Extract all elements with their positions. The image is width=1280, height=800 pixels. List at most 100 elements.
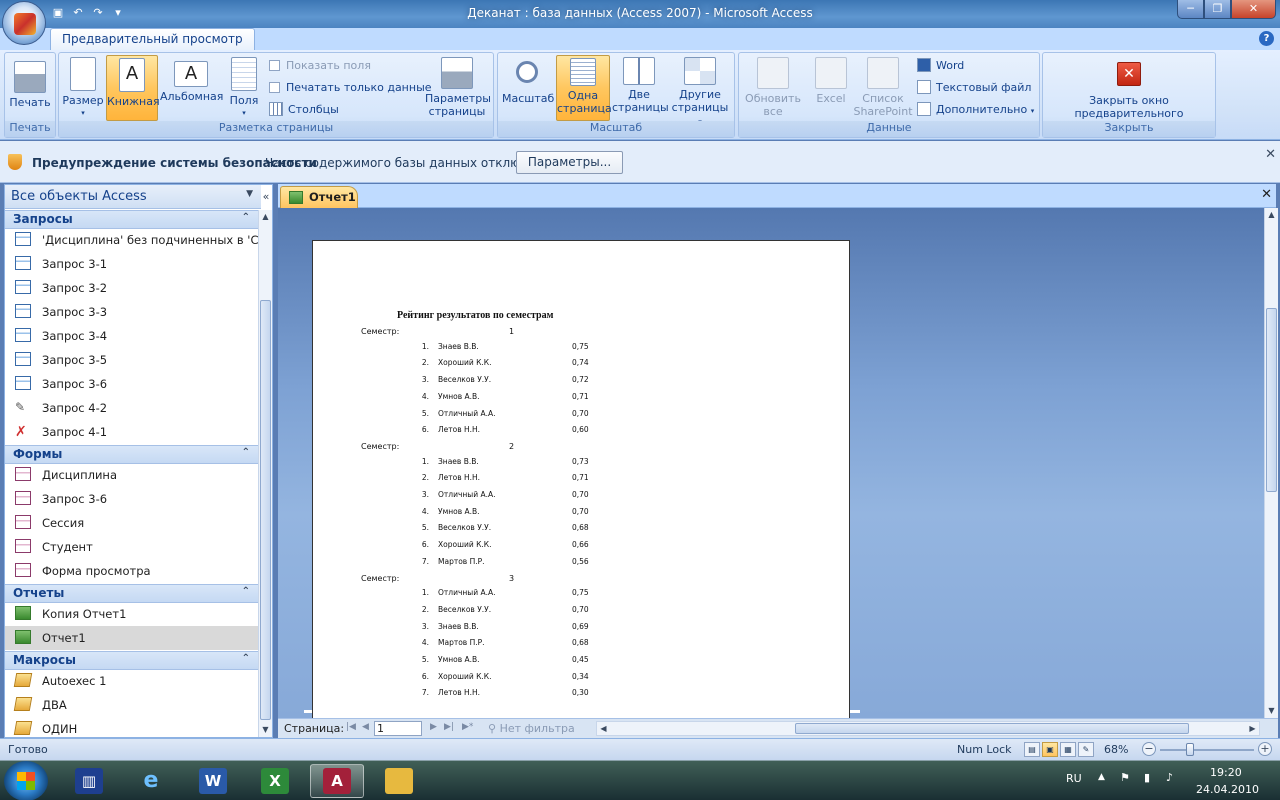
collapse-nav-icon[interactable]: « xyxy=(260,185,272,209)
close-window-button[interactable]: ✕ xyxy=(1231,0,1276,19)
page-setup-button[interactable]: Параметры страницы xyxy=(425,55,491,121)
nav-item-report[interactable]: Копия Отчет1 xyxy=(5,602,258,626)
columns-button[interactable]: Столбцы xyxy=(269,101,339,119)
nav-item-query[interactable]: Запрос 3-6 xyxy=(5,372,258,396)
network-icon[interactable]: ▮ xyxy=(1144,771,1150,784)
report-page[interactable]: Рейтинг результатов по семестрам Семестр… xyxy=(312,240,850,718)
nav-item-form[interactable]: Форма просмотра xyxy=(5,559,258,583)
scroll-thumb[interactable] xyxy=(260,300,271,720)
margins-button[interactable]: Поля ▾ xyxy=(224,55,264,121)
clock-time[interactable]: 19:20 xyxy=(1210,766,1242,779)
preview-vertical-scrollbar[interactable]: ▲ ▼ xyxy=(1264,208,1278,718)
scroll-down-icon[interactable]: ▼ xyxy=(1265,704,1278,718)
zoom-out-icon[interactable]: − xyxy=(1142,742,1156,756)
scroll-thumb[interactable] xyxy=(795,723,1189,734)
text-file-export-button[interactable]: Текстовый файл xyxy=(917,79,1031,97)
action-center-icon[interactable]: ⚑ xyxy=(1120,771,1130,784)
nav-pane-header[interactable]: Все объекты Access ▼ xyxy=(5,185,261,209)
minimize-button[interactable]: ─ xyxy=(1177,0,1204,19)
tab-print-preview[interactable]: Предварительный просмотр xyxy=(50,28,255,50)
taskbar-app-ie[interactable]: e xyxy=(124,764,178,798)
collapse-section-icon[interactable]: ⌃ xyxy=(242,586,250,597)
nav-section-macros[interactable]: Макросы ⌃ xyxy=(5,651,258,670)
nav-vertical-scrollbar[interactable]: ▲ ▼ xyxy=(258,210,272,737)
scroll-up-icon[interactable]: ▲ xyxy=(1265,208,1278,222)
scroll-thumb[interactable] xyxy=(1266,308,1277,492)
scroll-right-icon[interactable]: ▶ xyxy=(1246,722,1259,736)
report-view-icon[interactable]: ▤ xyxy=(1024,742,1040,757)
layout-view-icon[interactable]: ▦ xyxy=(1060,742,1076,757)
nav-dropdown-icon[interactable]: ▼ xyxy=(246,189,253,199)
print-data-only-checkbox[interactable]: Печатать только данные xyxy=(269,79,432,97)
zoom-in-icon[interactable]: + xyxy=(1258,742,1272,756)
collapse-section-icon[interactable]: ⌃ xyxy=(242,212,250,223)
nav-item-query[interactable]: Запрос 3-5 xyxy=(5,348,258,372)
preview-horizontal-scrollbar[interactable]: ◀ ▶ xyxy=(596,721,1260,736)
taskbar-app-excel[interactable]: X xyxy=(248,764,302,798)
nav-item-report-selected[interactable]: Отчет1 xyxy=(5,626,258,650)
close-document-icon[interactable]: ✕ xyxy=(1261,187,1272,202)
nav-item-form[interactable]: Дисциплина xyxy=(5,463,258,487)
close-preview-button[interactable]: ✕ Закрыть окно предварительного просмотр… xyxy=(1047,55,1211,133)
nav-item-macro[interactable]: ДВА xyxy=(5,693,258,717)
taskbar-app-word[interactable]: W xyxy=(186,764,240,798)
show-hidden-icons-icon[interactable]: ▲ xyxy=(1098,772,1105,782)
language-indicator[interactable]: RU xyxy=(1066,772,1082,785)
nav-item-query[interactable]: Запрос 3-3 xyxy=(5,300,258,324)
show-margins-checkbox[interactable]: Показать поля xyxy=(269,57,371,75)
landscape-button[interactable]: A Альбомная xyxy=(160,55,223,121)
refresh-all-button[interactable]: Обновить все xyxy=(743,55,803,121)
nav-item-form[interactable]: Запрос 3-6 xyxy=(5,487,258,511)
nav-item-query[interactable]: Запрос 3-2 xyxy=(5,276,258,300)
security-options-button[interactable]: Параметры... xyxy=(516,151,623,174)
taskbar-app-library[interactable]: ▥ xyxy=(62,764,116,798)
more-export-button[interactable]: Дополнительно ▾ xyxy=(917,101,1034,119)
first-page-icon[interactable]: |◀ xyxy=(346,722,356,732)
restore-button[interactable]: ❐ xyxy=(1204,0,1231,19)
taskbar-app-explorer[interactable] xyxy=(372,764,426,798)
nav-item-form[interactable]: Студент xyxy=(5,535,258,559)
nav-item-macro[interactable]: Autoexec 1 xyxy=(5,669,258,693)
size-button[interactable]: Размер ▾ xyxy=(62,55,104,121)
taskbar-app-access[interactable]: A xyxy=(310,764,364,798)
design-view-icon[interactable]: ✎ xyxy=(1078,742,1094,757)
last-page-icon[interactable]: ▶| xyxy=(444,722,454,732)
print-preview-view-icon[interactable]: ▣ xyxy=(1042,742,1058,757)
new-page-icon[interactable]: ▶* xyxy=(462,722,473,732)
tab-report1[interactable]: Отчет1 xyxy=(280,186,358,208)
excel-export-button[interactable]: Excel xyxy=(809,55,853,121)
help-icon[interactable]: ? xyxy=(1259,31,1274,46)
volume-icon[interactable]: ♪ xyxy=(1166,771,1173,784)
close-security-bar-icon[interactable]: ✕ xyxy=(1265,147,1276,162)
filter-status[interactable]: ⚲ Нет фильтра xyxy=(488,722,575,735)
scroll-down-icon[interactable]: ▼ xyxy=(259,723,272,737)
office-button[interactable] xyxy=(2,1,46,45)
start-button[interactable] xyxy=(4,761,48,800)
nav-item-query[interactable]: ✎ Запрос 4-2 xyxy=(5,396,258,420)
one-page-button[interactable]: Одна страница xyxy=(556,55,612,121)
nav-item-query[interactable]: 'Дисциплина' без подчиненных в 'Се... xyxy=(5,228,258,252)
page-number-input[interactable]: 1 xyxy=(374,721,422,736)
collapse-section-icon[interactable]: ⌃ xyxy=(242,447,250,458)
nav-item-form[interactable]: Сессия xyxy=(5,511,258,535)
clock-date[interactable]: 24.04.2010 xyxy=(1196,783,1259,796)
nav-item-query[interactable]: ✗ Запрос 4-1 xyxy=(5,420,258,444)
nav-item-query[interactable]: Запрос 3-4 xyxy=(5,324,258,348)
nav-section-reports[interactable]: Отчеты ⌃ xyxy=(5,584,258,603)
zoom-button[interactable]: Масштаб xyxy=(502,55,554,121)
zoom-slider-thumb[interactable] xyxy=(1186,743,1194,756)
next-page-icon[interactable]: ▶ xyxy=(430,722,437,732)
print-button[interactable]: Печать xyxy=(8,55,52,121)
word-export-button[interactable]: Word xyxy=(917,57,964,75)
scroll-up-icon[interactable]: ▲ xyxy=(259,210,272,224)
two-pages-button[interactable]: Две страницы xyxy=(612,55,669,121)
nav-section-forms[interactable]: Формы ⌃ xyxy=(5,445,258,464)
scroll-left-icon[interactable]: ◀ xyxy=(597,722,610,736)
sharepoint-list-button[interactable]: Список SharePoint xyxy=(853,55,913,121)
zoom-slider[interactable] xyxy=(1160,749,1254,751)
portrait-button[interactable]: A Книжная xyxy=(106,55,160,121)
nav-item-query[interactable]: Запрос 3-1 xyxy=(5,252,258,276)
collapse-section-icon[interactable]: ⌃ xyxy=(242,653,250,664)
more-pages-button[interactable]: Другие страницы ▾ xyxy=(670,55,730,126)
nav-section-queries[interactable]: Запросы ⌃ xyxy=(5,210,258,229)
